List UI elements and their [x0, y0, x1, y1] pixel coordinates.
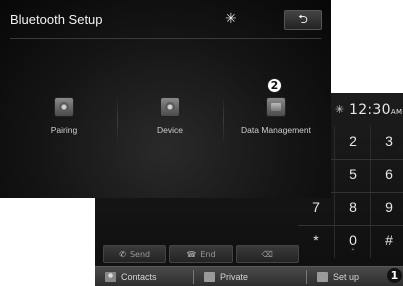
menu-item-data-management[interactable]: Data Management: [226, 92, 326, 148]
clock: 12:30AM: [349, 102, 402, 118]
setup-icon: [317, 272, 328, 282]
tab-contacts[interactable]: Contacts: [95, 267, 193, 286]
bluetooth-status-icon: ✳: [335, 103, 345, 116]
menu-item-label: Pairing: [50, 125, 78, 135]
bluetooth-setup-screen: Bluetooth Setup ✳ ⮌ Pairing Device Data …: [0, 0, 331, 198]
callout-marker-1: 1: [387, 268, 402, 283]
tab-private[interactable]: Private: [194, 267, 306, 286]
backspace-icon: ⌫: [261, 249, 273, 259]
stage: ✳ 12:30AM 7 * 2 5 8 0+ 3 6 9 # ✆ Send ☎: [0, 0, 403, 286]
key-9[interactable]: 9: [371, 192, 403, 222]
title-bar: Bluetooth Setup ✳ ⮌: [0, 0, 331, 40]
key-2[interactable]: 2: [335, 126, 371, 156]
tab-contacts-label: Contacts: [121, 272, 157, 282]
pairing-icon: [55, 98, 73, 116]
callout-marker-2: 2: [267, 78, 282, 93]
private-icon: [204, 272, 215, 282]
menu-item-label: Device: [157, 125, 183, 135]
tab-private-label: Private: [220, 272, 249, 282]
key-hash[interactable]: #: [371, 225, 403, 255]
device-icon: [161, 98, 179, 116]
clock-time: 12:30: [349, 102, 391, 118]
clock-ampm: AM: [390, 108, 403, 116]
status-bar: ✳ 12:30AM: [335, 101, 403, 121]
tab-setup-label: Set up: [333, 272, 360, 282]
send-label: Send: [129, 249, 151, 259]
menu-item-label: Data Management: [241, 125, 311, 135]
key-star[interactable]: *: [298, 225, 334, 255]
send-button[interactable]: ✆ Send: [103, 245, 167, 263]
menu-item-pairing[interactable]: Pairing: [14, 92, 114, 148]
title-divider: [10, 38, 321, 39]
menu-divider: [223, 96, 224, 144]
page-title: Bluetooth Setup: [10, 12, 103, 27]
key-5[interactable]: 5: [335, 159, 371, 189]
end-label: End: [200, 249, 216, 259]
setup-menu: Pairing Device Data Management: [14, 92, 325, 152]
return-arrow-icon: ⮌: [298, 11, 308, 26]
end-button[interactable]: ☎ End: [169, 245, 233, 263]
key-3[interactable]: 3: [371, 126, 403, 156]
menu-item-device[interactable]: Device: [120, 92, 220, 148]
bottom-tab-bar: Contacts Private Set up: [95, 266, 403, 286]
call-controls: ✆ Send ☎ End ⌫: [103, 245, 299, 263]
delete-button[interactable]: ⌫: [235, 245, 299, 263]
bluetooth-icon: ✳: [225, 11, 237, 27]
phone-send-icon: ✆: [119, 249, 126, 259]
menu-divider: [117, 96, 118, 144]
back-button[interactable]: ⮌: [284, 10, 322, 30]
folder-icon: [267, 98, 285, 116]
contacts-icon: [105, 272, 116, 282]
key-6[interactable]: 6: [371, 159, 403, 189]
phone-end-icon: ☎: [186, 249, 197, 259]
key-0[interactable]: 0 +: [335, 225, 371, 255]
key-0-sub: +: [351, 247, 355, 253]
key-8[interactable]: 8: [335, 192, 371, 222]
